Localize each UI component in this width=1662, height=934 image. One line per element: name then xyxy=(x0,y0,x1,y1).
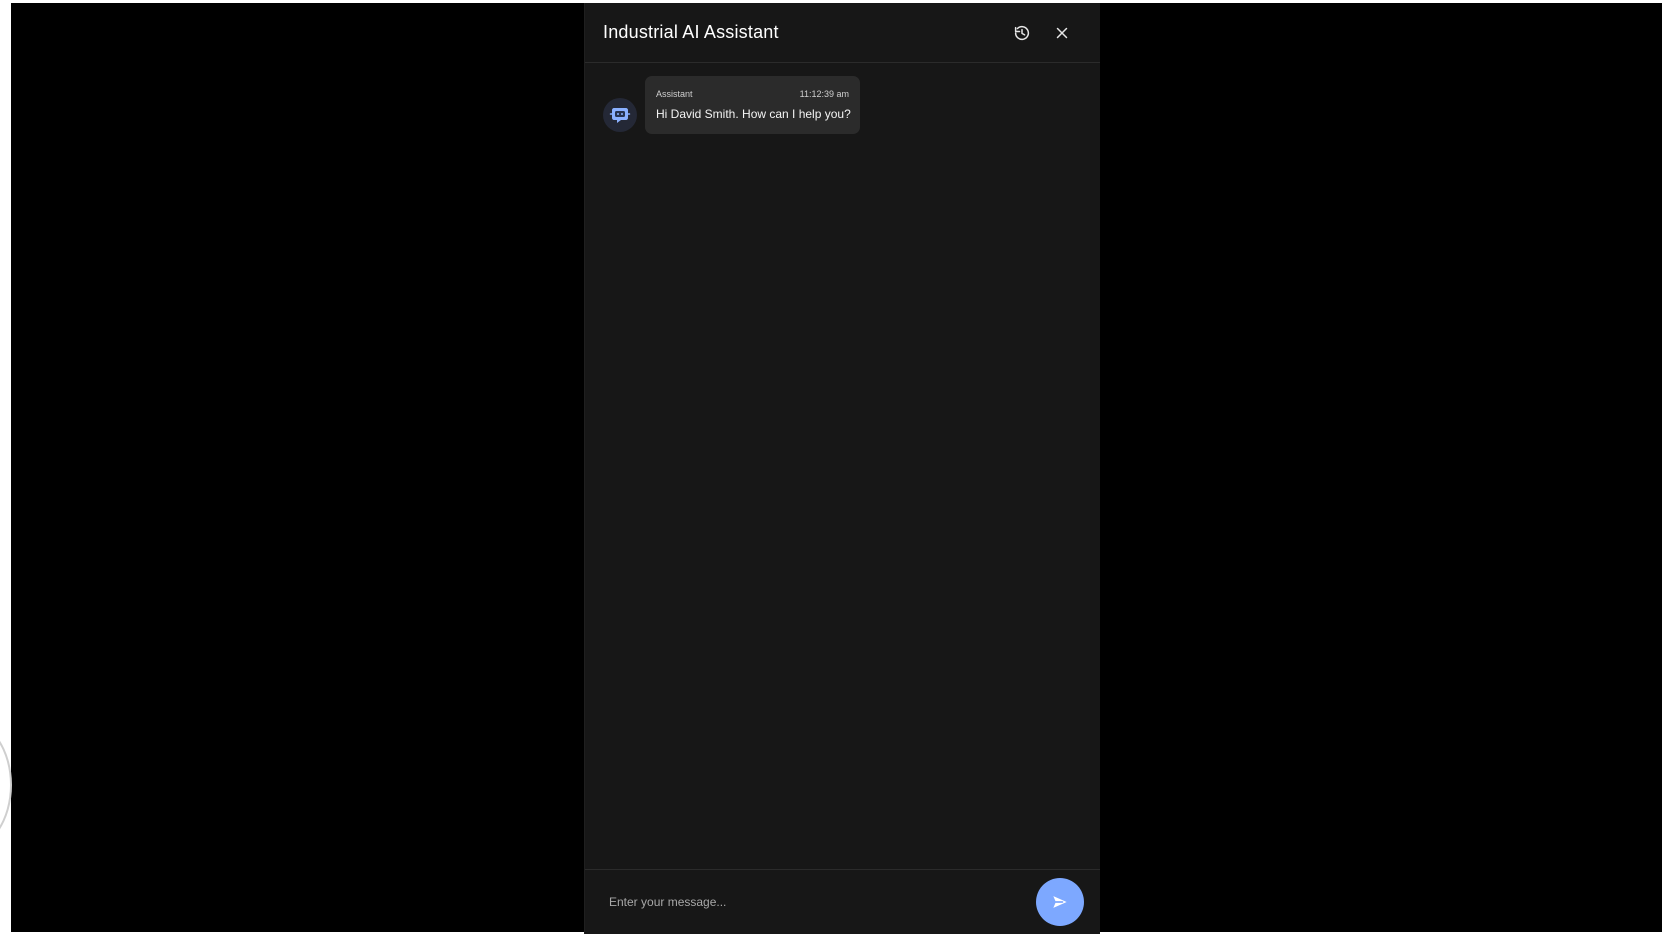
assistant-avatar xyxy=(603,98,637,132)
close-icon xyxy=(1056,27,1068,38)
assistant-panel: Industrial AI Assistant Assistant 11:12:… xyxy=(584,3,1100,934)
message-time: 11:12:39 am xyxy=(799,89,849,99)
message-sender: Assistant xyxy=(656,89,693,99)
message-list: Assistant 11:12:39 am Hi David Smith. Ho… xyxy=(585,63,1100,869)
close-button[interactable] xyxy=(1052,23,1072,43)
message-bubble: Assistant 11:12:39 am Hi David Smith. Ho… xyxy=(645,76,860,134)
history-button[interactable] xyxy=(1012,23,1032,43)
assistant-header: Industrial AI Assistant xyxy=(585,3,1100,63)
message-composer xyxy=(585,869,1100,934)
panel-title: Industrial AI Assistant xyxy=(603,22,779,42)
assistant-message: Assistant 11:12:39 am Hi David Smith. Ho… xyxy=(603,76,1082,134)
message-text: Hi David Smith. How can I help you? xyxy=(656,107,851,121)
header-actions xyxy=(1012,23,1072,43)
message-meta: Assistant 11:12:39 am xyxy=(656,85,849,103)
screen: Industrial AI Assistant Assistant 11:12:… xyxy=(0,0,1662,934)
send-icon xyxy=(1053,896,1067,908)
bot-chat-icon xyxy=(609,108,631,123)
send-button[interactable] xyxy=(1036,878,1084,926)
history-icon xyxy=(1014,25,1030,40)
message-input[interactable] xyxy=(609,882,1036,922)
